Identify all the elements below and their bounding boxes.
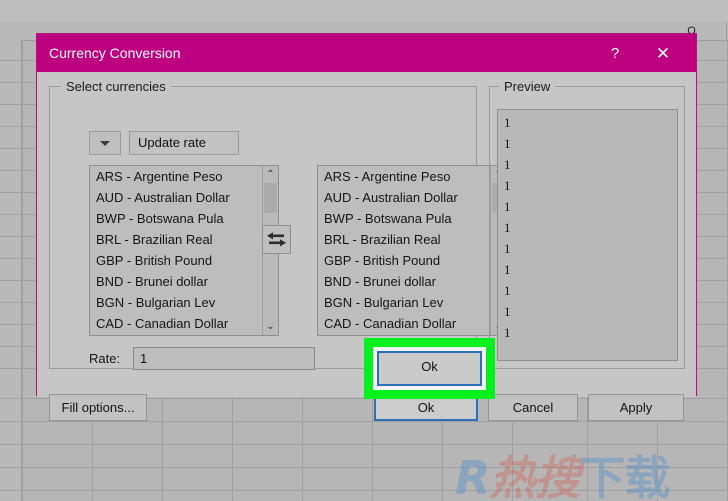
dialog-titlebar[interactable]: Currency Conversion ? ✕ bbox=[37, 34, 696, 72]
help-icon[interactable]: ? bbox=[600, 42, 630, 66]
list-item[interactable]: ARS - Argentine Peso bbox=[318, 166, 490, 187]
list-item[interactable]: CAD - Canadian Dollar bbox=[90, 313, 262, 334]
rate-label: Rate: bbox=[89, 351, 121, 366]
preview-row[interactable]: 1 bbox=[498, 322, 677, 343]
preview-row[interactable]: 1 bbox=[498, 175, 677, 196]
dialog-title: Currency Conversion bbox=[49, 45, 181, 61]
spreadsheet-toolbar-strip bbox=[0, 0, 728, 23]
watermark-blue-text: 下载 bbox=[579, 451, 670, 501]
target-currency-listbox[interactable]: ARS - Argentine Peso AUD - Australian Dol… bbox=[317, 165, 507, 336]
preview-row[interactable]: 1 bbox=[498, 238, 677, 259]
preview-row[interactable]: 1 bbox=[498, 133, 677, 154]
select-currencies-label: Select currencies bbox=[61, 79, 171, 94]
spreadsheet-row-header-column bbox=[0, 40, 22, 501]
target-currency-list: ARS - Argentine Peso AUD - Australian Dol… bbox=[318, 166, 490, 334]
list-item[interactable]: CAD - Canadian Dollar bbox=[318, 313, 490, 334]
preview-row[interactable]: 1 bbox=[498, 280, 677, 301]
watermark-letter: R bbox=[455, 451, 490, 501]
screen: O R热搜下载 Currency Conversion ? ✕ Select c… bbox=[0, 0, 728, 501]
swap-arrows-icon bbox=[267, 232, 286, 247]
watermark: R热搜下载 bbox=[455, 442, 670, 501]
watermark-red-text: 热搜 bbox=[489, 451, 580, 501]
grid-line-v bbox=[22, 40, 23, 501]
scroll-down-icon[interactable]: ⌄ bbox=[263, 319, 278, 334]
scrollbar-thumb[interactable] bbox=[264, 183, 277, 213]
cancel-button[interactable]: Cancel bbox=[488, 394, 578, 421]
grid-line-h bbox=[0, 467, 728, 468]
grid-line-h bbox=[0, 444, 728, 445]
list-item[interactable]: BWP - Botswana Pula bbox=[90, 208, 262, 229]
list-item[interactable]: BRL - Brazilian Real bbox=[318, 229, 490, 250]
list-item[interactable]: BND - Brunei dollar bbox=[318, 271, 490, 292]
ok-button-label: Ok bbox=[417, 400, 435, 415]
chevron-down-icon bbox=[100, 141, 110, 146]
close-icon[interactable]: ✕ bbox=[648, 42, 678, 66]
scroll-up-icon[interactable]: ⌃ bbox=[263, 167, 278, 182]
rate-input[interactable] bbox=[133, 347, 315, 370]
preview-row[interactable]: 1 bbox=[498, 196, 677, 217]
preview-rows: 11111111111 bbox=[498, 112, 677, 343]
swap-currencies-button[interactable] bbox=[262, 225, 291, 254]
list-item[interactable]: AUD - Australian Dollar bbox=[90, 187, 262, 208]
preview-group: 11111111111 bbox=[489, 86, 685, 369]
list-item[interactable]: BND - Brunei dollar bbox=[90, 271, 262, 292]
list-item[interactable]: GBP - British Pound bbox=[90, 250, 262, 271]
list-item[interactable]: GBP - British Pound bbox=[318, 250, 490, 271]
update-rate-button[interactable]: Update rate bbox=[129, 131, 239, 155]
list-item[interactable]: AUD - Australian Dollar bbox=[318, 187, 490, 208]
list-item[interactable]: ARS - Argentine Peso bbox=[90, 166, 262, 187]
update-rate-dropdown-button[interactable] bbox=[89, 131, 121, 155]
preview-label: Preview bbox=[499, 79, 556, 94]
grid-line-h bbox=[0, 490, 728, 491]
list-item[interactable]: BWP - Botswana Pula bbox=[318, 208, 490, 229]
source-currency-listbox[interactable]: ARS - Argentine Peso AUD - Australian Dol… bbox=[89, 165, 279, 336]
highlight-inner: Ok bbox=[373, 347, 486, 390]
preview-row[interactable]: 1 bbox=[498, 217, 677, 238]
preview-row[interactable]: 1 bbox=[498, 112, 677, 133]
preview-row[interactable]: 1 bbox=[498, 301, 677, 322]
list-item[interactable]: BGN - Bulgarian Lev bbox=[318, 292, 490, 313]
preview-row[interactable]: 1 bbox=[498, 154, 677, 175]
grid-line-h bbox=[0, 421, 728, 422]
list-item[interactable]: BRL - Brazilian Real bbox=[90, 229, 262, 250]
preview-row[interactable]: 1 bbox=[498, 259, 677, 280]
preview-box[interactable]: 11111111111 bbox=[497, 109, 678, 361]
ok-button-highlight-annotation: Ok bbox=[364, 338, 495, 399]
list-item[interactable]: BGN - Bulgarian Lev bbox=[90, 292, 262, 313]
apply-button[interactable]: Apply bbox=[588, 394, 684, 421]
source-currency-list: ARS - Argentine Peso AUD - Australian Dol… bbox=[90, 166, 262, 334]
fill-options-button[interactable]: Fill options... bbox=[49, 394, 147, 421]
highlighted-ok-button[interactable]: Ok bbox=[377, 351, 482, 386]
